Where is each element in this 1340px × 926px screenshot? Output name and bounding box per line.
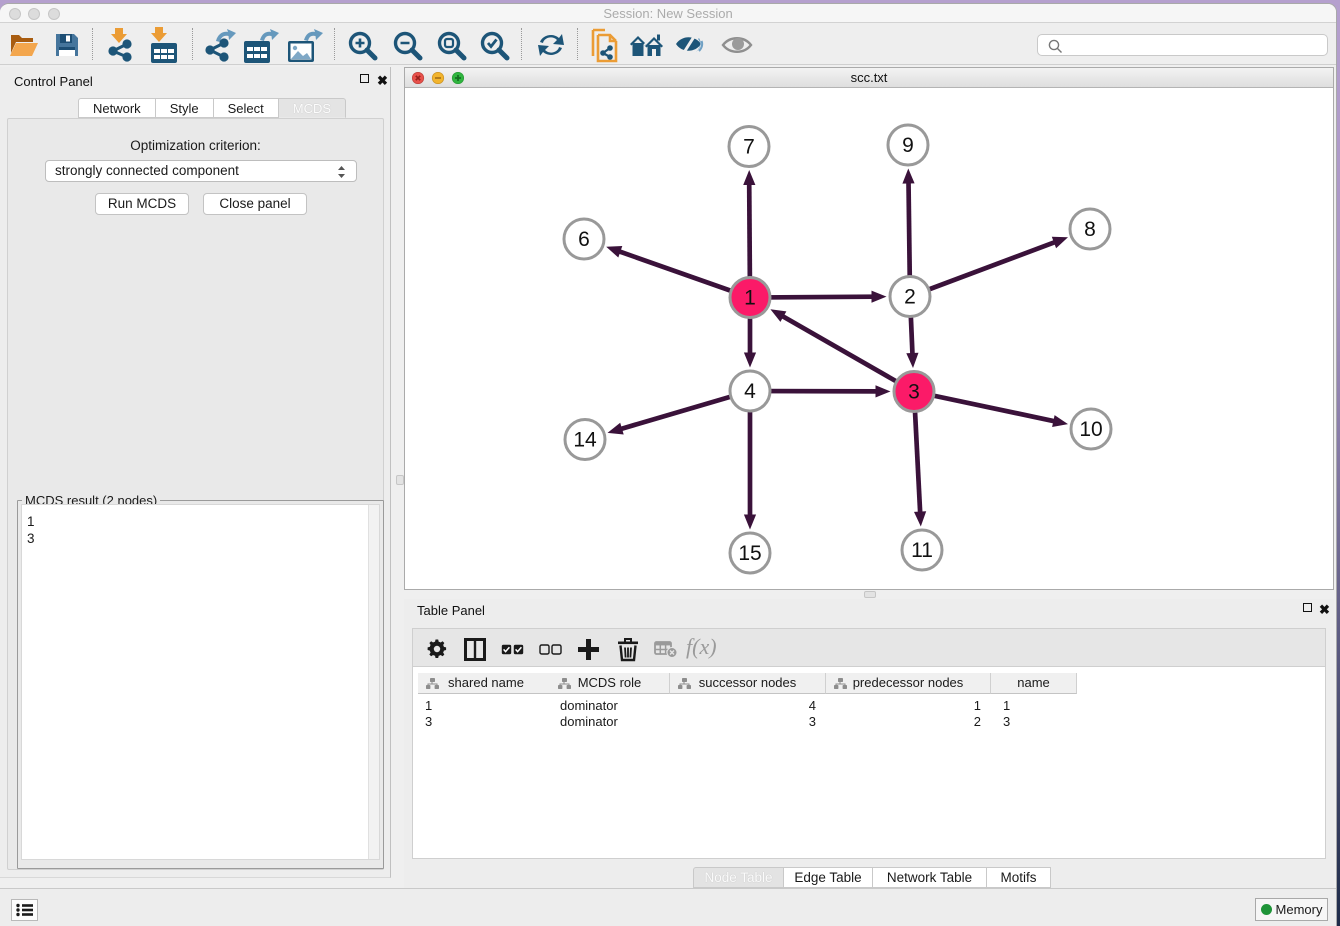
svg-text:6: 6	[578, 228, 590, 251]
svg-text:2: 2	[904, 286, 916, 309]
svg-text:9: 9	[902, 134, 914, 157]
svg-text:11: 11	[911, 539, 933, 562]
svg-text:f(x): f(x)	[686, 636, 717, 659]
svg-text:3: 3	[908, 381, 920, 404]
svg-text:14: 14	[573, 429, 597, 452]
svg-text:15: 15	[738, 542, 761, 565]
svg-text:1: 1	[744, 287, 756, 310]
svg-text:4: 4	[744, 380, 756, 403]
svg-text:7: 7	[743, 136, 755, 159]
svg-text:10: 10	[1079, 418, 1102, 441]
svg-text:8: 8	[1084, 218, 1096, 241]
